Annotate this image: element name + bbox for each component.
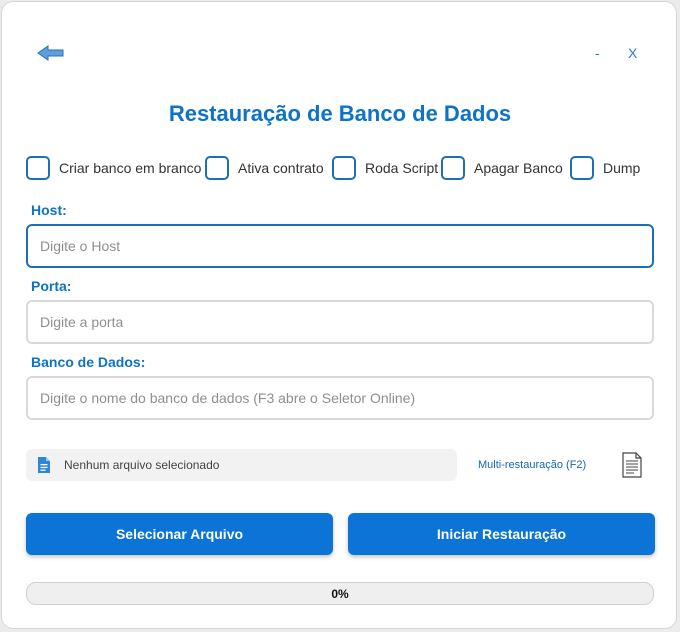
option-criar-banco-em-branco[interactable]: Criar banco em branco bbox=[26, 155, 201, 181]
minimize-button[interactable]: - bbox=[595, 45, 600, 61]
option-label: Dump bbox=[603, 160, 641, 176]
checkbox[interactable] bbox=[205, 156, 229, 180]
porta-input[interactable] bbox=[26, 300, 654, 344]
option-label: Roda Script bbox=[365, 160, 439, 176]
close-button[interactable]: X bbox=[628, 45, 637, 61]
checkbox[interactable] bbox=[441, 156, 465, 180]
option-label: Criar banco em branco bbox=[59, 160, 202, 176]
document-icon[interactable] bbox=[620, 452, 644, 478]
file-status-text: Nenhum arquivo selecionado bbox=[64, 458, 220, 472]
porta-label: Porta: bbox=[31, 278, 72, 294]
banco-input[interactable] bbox=[26, 376, 654, 420]
file-icon bbox=[37, 456, 51, 474]
option-roda-script[interactable]: Roda Script bbox=[332, 155, 438, 181]
checkbox[interactable] bbox=[332, 156, 356, 180]
file-status: Nenhum arquivo selecionado bbox=[26, 449, 457, 481]
multi-restore-link[interactable]: Multi-restauração (F2) bbox=[478, 459, 586, 471]
page-title: Restauração de Banco de Dados bbox=[168, 101, 512, 126]
option-dump[interactable]: Dump bbox=[570, 155, 640, 181]
checkbox[interactable] bbox=[26, 156, 50, 180]
progress-bar: 0% bbox=[26, 582, 654, 605]
option-apagar-banco[interactable]: Apagar Banco bbox=[441, 155, 563, 181]
host-input[interactable] bbox=[26, 224, 654, 268]
back-arrow-icon[interactable] bbox=[36, 43, 66, 63]
option-label: Apagar Banco bbox=[474, 160, 563, 176]
start-restore-button[interactable]: Iniciar Restauração bbox=[348, 513, 655, 555]
banco-label: Banco de Dados: bbox=[31, 354, 146, 370]
option-label: Ativa contrato bbox=[238, 160, 324, 176]
progress-label: 0% bbox=[331, 586, 349, 601]
checkbox[interactable] bbox=[570, 156, 594, 180]
select-file-button[interactable]: Selecionar Arquivo bbox=[26, 513, 333, 555]
host-label: Host: bbox=[31, 202, 67, 218]
option-ativa-contrato[interactable]: Ativa contrato bbox=[205, 155, 324, 181]
